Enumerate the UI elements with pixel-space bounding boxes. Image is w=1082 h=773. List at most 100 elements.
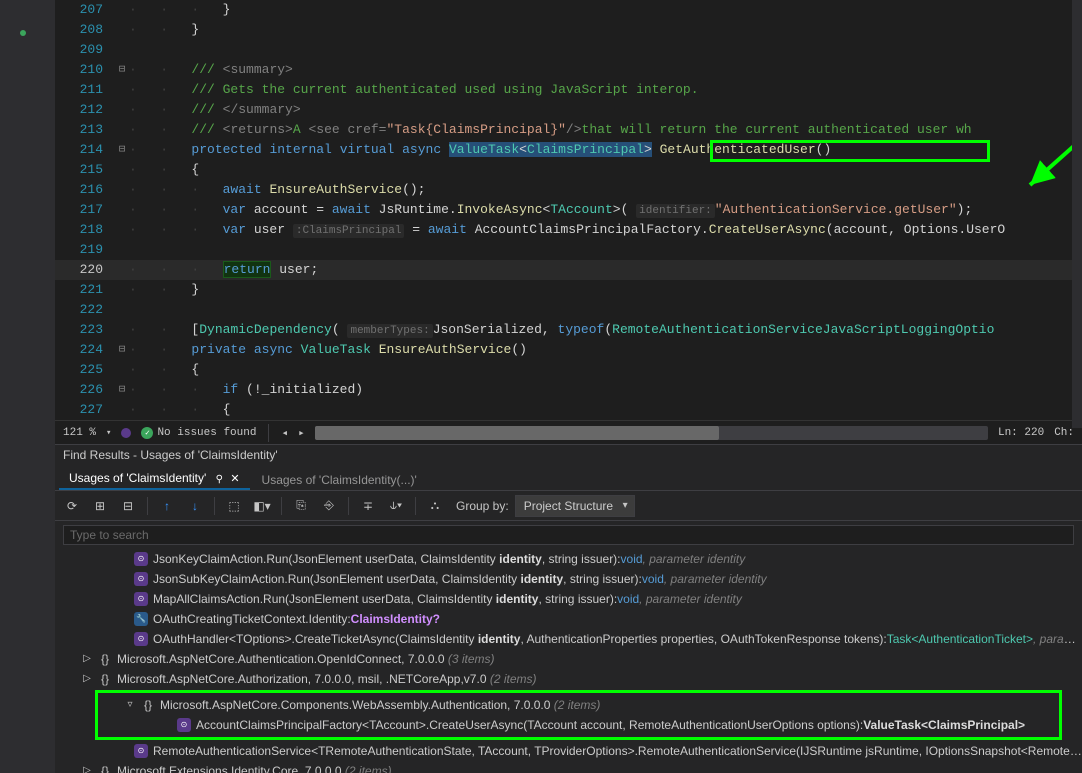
code-line[interactable]: 207· · · }: [55, 0, 1082, 20]
tree-item[interactable]: 🔧OAuthCreatingTicketContext.Identity:Cla…: [55, 609, 1082, 629]
code-line[interactable]: 210⊟· · /// <summary>: [55, 60, 1082, 80]
line-number: 208: [55, 20, 115, 40]
fold-toggle[interactable]: ⊟: [115, 60, 129, 80]
line-number: 225: [55, 360, 115, 380]
preview-button[interactable]: ⎘: [290, 495, 312, 517]
code-content: · · · var user :ClaimsPrincipal = await …: [129, 220, 1082, 240]
fold-toggle: [115, 180, 129, 200]
code-content: · · /// Gets the current authenticated u…: [129, 80, 1082, 100]
code-line[interactable]: 215· · {: [55, 160, 1082, 180]
close-icon[interactable]: ✕: [230, 473, 239, 485]
namespace-icon: {}: [97, 763, 113, 773]
find-tab-1[interactable]: Usages of 'ClaimsIdentity' ⚲ ✕: [59, 468, 250, 490]
code-editor[interactable]: 207· · · }208 · · }209210⊟· · /// <summar…: [55, 0, 1082, 444]
tree-group[interactable]: ▷ {} Microsoft.Extensions.Identity.Core, 7…: [55, 761, 1082, 773]
expand-all-button[interactable]: ⊞: [89, 495, 111, 517]
code-line[interactable]: 220· · · return user;: [55, 260, 1082, 280]
fold-toggle: [115, 320, 129, 340]
find-toolbar: ⟳ ⊞ ⊟ ↑ ↓ ⬚ ◧▾ ⎘ ⎆ ∓ ⫝▾ ⛬ Group by: Proj: [55, 491, 1082, 521]
fold-toggle[interactable]: ⊟: [115, 140, 129, 160]
nav-back-icon[interactable]: ◂: [281, 426, 288, 440]
tree-group[interactable]: ▿{}Microsoft.AspNetCore.Components.WebAs…: [98, 695, 1059, 715]
find-results-tree[interactable]: ⊙JsonKeyClaimAction.Run(JsonElement user…: [55, 547, 1082, 773]
code-line[interactable]: 219: [55, 240, 1082, 260]
result-text: AccountClaimsPrincipalFactory<TAccount>.…: [196, 715, 1059, 735]
tree-group[interactable]: ▷{}Microsoft.AspNetCore.Authentication.O…: [55, 649, 1082, 669]
result-text: JsonSubKeyClaimAction.Run(JsonElement us…: [153, 569, 1082, 589]
filter-read-button[interactable]: ⬚: [223, 495, 245, 517]
result-text: Microsoft.Extensions.Identity.Core, 7.0.…: [117, 761, 1082, 773]
next-result-button[interactable]: ↓: [184, 495, 206, 517]
tree-group[interactable]: ▷{}Microsoft.AspNetCore.Authorization, 7…: [55, 669, 1082, 689]
tree-item[interactable]: ⊙JsonSubKeyClaimAction.Run(JsonElement u…: [55, 569, 1082, 589]
zoom-level[interactable]: 121 %: [63, 427, 96, 439]
result-text: JsonKeyClaimAction.Run(JsonElement userD…: [153, 549, 1082, 569]
groupby-dropdown[interactable]: Project Structure: [515, 495, 635, 517]
code-line[interactable]: 211· · /// Gets the current authenticate…: [55, 80, 1082, 100]
find-tab-2-label: Usages of 'ClaimsIdentity(...)': [262, 473, 417, 487]
analysis-indicator-icon: [121, 428, 131, 438]
code-line[interactable]: 212· · /// </summary>: [55, 100, 1082, 120]
code-content: [129, 40, 1082, 60]
code-line[interactable]: 221· · }: [55, 280, 1082, 300]
tree-item[interactable]: ⊙OAuthHandler<TOptions>.CreateTicketAsyn…: [55, 629, 1082, 649]
code-line[interactable]: 217· · · var account = await JsRuntime.I…: [55, 200, 1082, 220]
prev-result-button[interactable]: ↑: [156, 495, 178, 517]
code-line[interactable]: 213· · /// <returns>A <see cref="Task{Cl…: [55, 120, 1082, 140]
settings-icon[interactable]: ⛬: [424, 495, 446, 517]
horizontal-scrollbar[interactable]: [315, 426, 988, 440]
code-line[interactable]: 227· · · {: [55, 400, 1082, 420]
line-number: 218: [55, 220, 115, 240]
tree-item[interactable]: ⊙MapAllClaimsAction.Run(JsonElement user…: [55, 589, 1082, 609]
show-ignored-button[interactable]: ∓: [357, 495, 379, 517]
issues-indicator[interactable]: ✓ No issues found: [141, 427, 256, 439]
tree-item[interactable]: ⊙AccountClaimsPrincipalFactory<TAccount>…: [98, 715, 1059, 735]
pin-icon[interactable]: ⚲: [216, 474, 223, 485]
result-text: Microsoft.AspNetCore.Authorization, 7.0.…: [117, 669, 1082, 689]
fold-toggle[interactable]: ⊟: [115, 340, 129, 360]
code-line[interactable]: 224⊟· · private async ValueTask EnsureAu…: [55, 340, 1082, 360]
namespace-icon: {}: [97, 671, 113, 687]
minimap[interactable]: [1072, 0, 1082, 428]
tree-item[interactable]: ⊙JsonKeyClaimAction.Run(JsonElement user…: [55, 549, 1082, 569]
collapse-all-button[interactable]: ⊟: [117, 495, 139, 517]
line-number: 216: [55, 180, 115, 200]
line-number: 213: [55, 120, 115, 140]
filter-write-button[interactable]: ◧▾: [251, 495, 273, 517]
code-line[interactable]: 222: [55, 300, 1082, 320]
namespace-icon: {}: [97, 651, 113, 667]
expand-arrow-icon[interactable]: ▷: [81, 649, 93, 669]
open-button[interactable]: ⎆: [318, 495, 340, 517]
result-text: OAuthHandler<TOptions>.CreateTicketAsync…: [153, 629, 1082, 649]
code-line[interactable]: 225· · {: [55, 360, 1082, 380]
tree-item[interactable]: ⊙RemoteAuthenticationService<TRemoteAuth…: [55, 741, 1082, 761]
namespace-icon: {}: [140, 697, 156, 713]
code-line[interactable]: 226⊟· · · if (!_initialized): [55, 380, 1082, 400]
refresh-button[interactable]: ⟳: [61, 495, 83, 517]
fold-toggle: [115, 400, 129, 420]
zoom-dropdown-icon[interactable]: ▾: [106, 428, 111, 438]
find-search-input[interactable]: [63, 525, 1074, 545]
code-content: · · · }: [129, 0, 1082, 20]
nav-forward-icon[interactable]: ▸: [298, 426, 305, 440]
fold-toggle: [115, 240, 129, 260]
code-content: · · }: [129, 20, 1082, 40]
method-icon: ⊙: [133, 551, 149, 567]
line-number: 227: [55, 400, 115, 420]
find-results-panel: Find Results - Usages of 'ClaimsIdentity…: [55, 444, 1082, 773]
expand-arrow-icon[interactable]: ▷: [81, 761, 93, 773]
fold-toggle: [115, 280, 129, 300]
line-number: 223: [55, 320, 115, 340]
code-line[interactable]: 223· · [DynamicDependency( memberTypes:J…: [55, 320, 1082, 340]
fold-toggle[interactable]: ⊟: [115, 380, 129, 400]
code-line[interactable]: 208 · · }: [55, 20, 1082, 40]
code-line[interactable]: 218 · · · var user :ClaimsPrincipal = awa…: [55, 220, 1082, 240]
code-line[interactable]: 216· · · await EnsureAuthService();: [55, 180, 1082, 200]
expand-arrow-icon[interactable]: ▿: [124, 695, 136, 715]
expand-arrow-icon[interactable]: ▷: [81, 669, 93, 689]
code-line[interactable]: 209: [55, 40, 1082, 60]
merged-button[interactable]: ⫝▾: [385, 495, 407, 517]
find-tab-2[interactable]: Usages of 'ClaimsIdentity(...)': [252, 470, 427, 490]
method-icon: ⊙: [133, 631, 149, 647]
line-number: 214: [55, 140, 115, 160]
